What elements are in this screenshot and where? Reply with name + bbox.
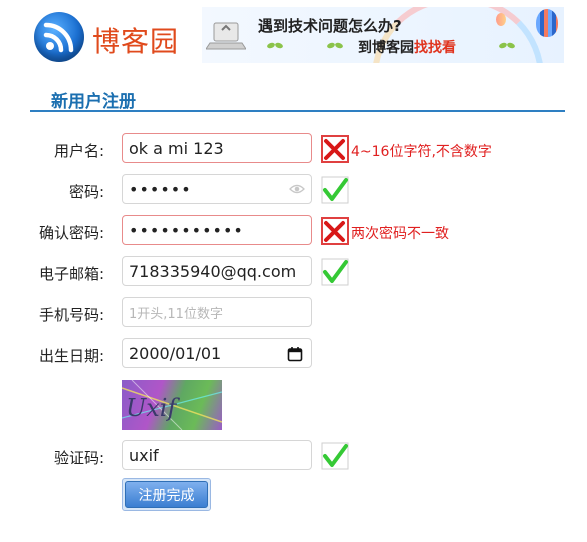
confirm-password-error-message: 两次密码不一致	[351, 226, 449, 242]
captcha-value: uxif	[129, 445, 159, 465]
submit-button[interactable]: 注册完成	[122, 478, 211, 511]
confirm-password-label: 确认密码:	[38, 224, 104, 242]
confirm-password-input[interactable]: •••••••••••	[122, 215, 312, 245]
hot-air-balloon-icon	[536, 9, 558, 37]
banner-line2: 到博客园找找看	[358, 37, 456, 57]
balloon-icon	[496, 13, 506, 26]
header-banner[interactable]: 遇到技术问题怎么办? 到博客园找找看	[202, 7, 564, 63]
captcha-text: Uxif	[126, 394, 180, 422]
phone-input[interactable]: 1开头,11位数字	[122, 297, 312, 327]
username-label: 用户名:	[53, 142, 104, 160]
check-icon	[321, 258, 349, 286]
password-value: ••••••	[129, 179, 192, 199]
error-cross-icon	[321, 135, 349, 163]
banner-line2-highlight: 找找看	[414, 40, 456, 56]
email-label: 电子邮箱:	[38, 265, 104, 283]
laptop-icon	[206, 22, 246, 50]
username-value: ok a mi 123	[129, 138, 224, 158]
birthdate-input[interactable]: 2000/01/01	[122, 338, 312, 368]
sprout-icon	[502, 43, 512, 57]
email-input[interactable]: 718335940@qq.com	[122, 256, 312, 286]
password-input[interactable]: ••••••	[122, 174, 312, 204]
check-icon	[321, 176, 349, 204]
eye-icon[interactable]	[289, 183, 305, 195]
password-label: 密码:	[68, 183, 104, 201]
username-input[interactable]: ok a mi 123	[122, 133, 312, 163]
check-icon	[321, 442, 349, 470]
birthdate-label: 出生日期:	[38, 347, 104, 365]
banner-line1: 遇到技术问题怎么办?	[258, 17, 402, 35]
rss-logo-icon	[34, 12, 84, 62]
email-value: 718335940@qq.com	[129, 261, 297, 281]
sprout-icon	[270, 43, 280, 57]
confirm-password-value: •••••••••••	[129, 220, 244, 240]
error-cross-icon	[321, 217, 349, 245]
captcha-label: 验证码:	[53, 449, 104, 467]
birthdate-value: 2000/01/01	[129, 343, 222, 363]
captcha-image[interactable]: Uxif	[122, 380, 222, 430]
captcha-input[interactable]: uxif	[122, 440, 312, 470]
phone-label: 手机号码:	[38, 306, 104, 324]
site-name[interactable]: 博客园	[92, 20, 179, 60]
sprout-icon	[330, 43, 340, 57]
calendar-icon[interactable]	[287, 346, 303, 362]
username-error-message: 4~16位字符,不含数字	[351, 144, 492, 160]
phone-placeholder: 1开头,11位数字	[129, 306, 223, 322]
banner-line2-prefix: 到博客园	[358, 40, 414, 56]
submit-button-label: 注册完成	[125, 481, 208, 508]
form-title: 新用户注册	[51, 92, 136, 112]
section-divider	[30, 110, 565, 112]
